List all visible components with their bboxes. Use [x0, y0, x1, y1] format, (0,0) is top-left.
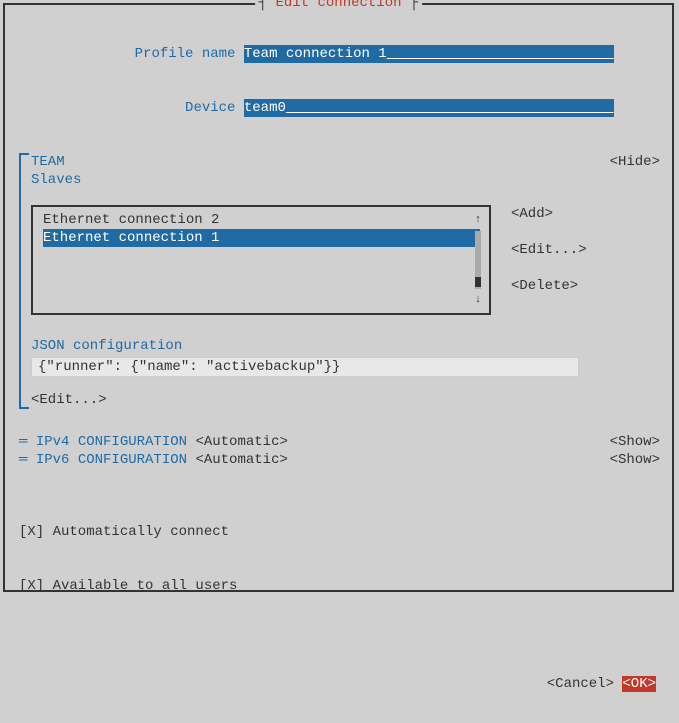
edit-slave-button[interactable]: <Edit...> [511, 241, 587, 259]
cancel-button[interactable]: <Cancel> [547, 676, 614, 692]
slaves-list[interactable]: Ethernet connection 2 Ethernet connectio… [31, 205, 491, 315]
ipv4-mode-button[interactable]: <Automatic> [195, 434, 287, 450]
list-item[interactable]: Ethernet connection 2 [33, 211, 489, 229]
auto-connect-checkbox[interactable]: [X] Automatically connect [19, 523, 660, 541]
ipv6-show-button[interactable]: <Show> [610, 451, 660, 469]
scroll-down-icon[interactable]: ↓ [475, 291, 482, 309]
ipv4-show-button[interactable]: <Show> [610, 433, 660, 451]
slaves-scrollbar[interactable]: ↑ ↓ [473, 211, 483, 309]
window-title: Edit connection [275, 0, 401, 11]
ipv6-mode-button[interactable]: <Automatic> [195, 452, 287, 468]
list-item[interactable]: Ethernet connection 1 [33, 229, 489, 247]
team-section: TEAM Slaves <Hide> Ethernet connection 2… [19, 153, 660, 409]
device-label [67, 100, 185, 116]
ok-button[interactable]: <OK> [622, 676, 656, 692]
profile-name-input[interactable]: Team connection 1 [244, 45, 614, 63]
scroll-thumb[interactable] [475, 277, 481, 287]
edit-connection-window: ┤ Edit connection ├ Profile name Team co… [3, 3, 674, 592]
json-config-label: JSON configuration [31, 337, 660, 355]
hide-button[interactable]: <Hide> [610, 153, 660, 189]
delete-button[interactable]: <Delete> [511, 277, 587, 295]
team-heading: TEAM [31, 153, 81, 171]
scroll-track[interactable] [475, 231, 481, 289]
all-users-checkbox[interactable]: [X] Available to all users [19, 577, 660, 595]
ipv6-label: IPv6 CONFIGURATION [36, 452, 187, 468]
slaves-label: Slaves [31, 171, 81, 189]
device-input[interactable]: team0 [244, 99, 614, 117]
device-label-text: Device [185, 100, 235, 116]
profile-name-label-text: Profile name [135, 46, 236, 62]
ipv4-label: IPv4 CONFIGURATION [36, 434, 187, 450]
edit-json-button[interactable]: <Edit...> [31, 391, 660, 409]
window-title-wrap: ┤ Edit connection ├ [255, 0, 423, 12]
profile-name-label [67, 46, 134, 62]
json-config-value: {"runner": {"name": "activebackup"}} [31, 357, 579, 377]
add-button[interactable]: <Add> [511, 205, 587, 223]
scroll-up-icon[interactable]: ↑ [475, 211, 482, 229]
